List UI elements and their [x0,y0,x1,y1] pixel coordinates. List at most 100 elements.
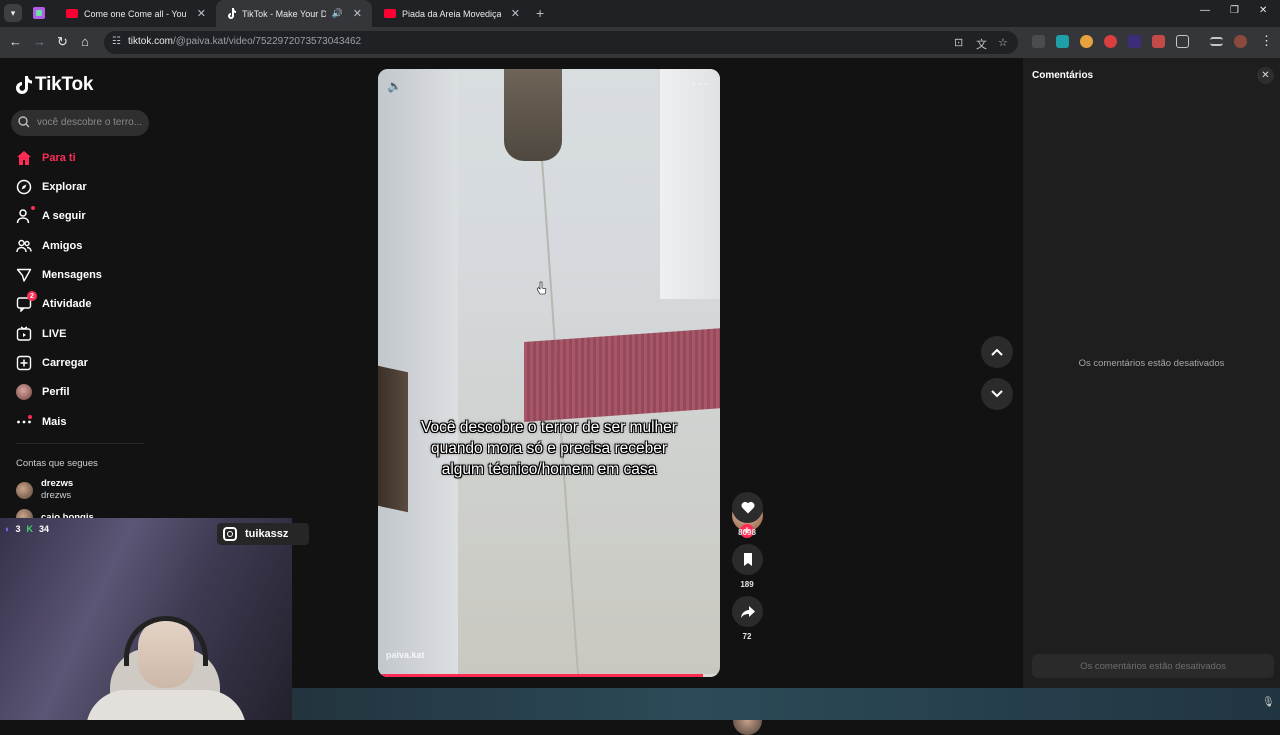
share-arrow-icon [740,605,755,618]
avatar [16,481,33,499]
video-progress-fill [378,674,703,677]
sidebar-item-label: Mais [42,416,67,428]
compass-icon [16,179,32,195]
url-path: /@paiva.kat/video/7522972073573043462 [173,36,362,47]
restore-button[interactable]: ❐ [1230,5,1239,16]
share-button[interactable] [732,596,763,627]
heart-icon [741,501,754,514]
tab-title: Piada da Areia Movediça! - You [402,8,501,19]
sidebar-item-mais[interactable]: Mais [16,411,146,433]
tab-close-icon[interactable]: ✕ [511,7,520,20]
extension-icon[interactable] [1056,35,1069,48]
profile-avatar[interactable] [1234,35,1247,48]
close-icon: ✕ [1261,70,1270,81]
account-handle: drezws [41,490,72,501]
minimize-button[interactable]: — [1200,5,1210,16]
mute-icon[interactable]: 🔈 [387,79,402,93]
stat-value: 34 [38,524,49,534]
instagram-icon [223,527,237,541]
tiktok-logo[interactable]: TikTok [16,74,93,96]
tiktok-note-icon [16,76,32,94]
sidebar-item-atividade[interactable]: 2 Atividade [16,291,146,315]
browser-toolbar: ← → ↻ ⌂ ☷ tiktok.com/@paiva.kat/video/75… [0,27,1280,58]
video-player[interactable]: 🔈 ··· Você descobre o terror de ser mulh… [378,69,720,677]
install-icon[interactable]: ⊡ [954,36,963,49]
address-bar[interactable]: ☷ tiktok.com/@paiva.kat/video/7522972073… [104,31,1018,54]
window-close-button[interactable]: ✕ [1259,5,1267,16]
sidebar-item-label: Mensagens [42,269,102,281]
headphones-icon [124,616,208,666]
video-frame-door [378,365,408,513]
sidebar-item-explorar[interactable]: Explorar [16,176,146,198]
sidebar-item-amigos[interactable]: Amigos [16,235,146,257]
new-tab-button[interactable]: + [536,5,544,21]
tab-tiktok[interactable]: TikTok - Make Your Day 🔊 ✕ [216,0,372,27]
activity-icon: 2 [16,291,37,312]
comments-title: Comentários [1032,70,1094,81]
tab-title: Come one Come all - YouTube [84,8,187,19]
forward-button[interactable]: → [33,34,46,49]
browser-menu-icon[interactable]: ⋮ [1260,33,1273,49]
home-button[interactable]: ⌂ [81,34,89,49]
back-button[interactable]: ← [9,34,22,49]
tab-group-icon[interactable] [32,6,46,20]
viewer-icon: ◖ [4,524,10,534]
close-comments-button[interactable]: ✕ [1257,67,1274,84]
microphone-icon[interactable]: 🎙 [1262,697,1275,708]
video-progress-bar[interactable] [378,674,720,677]
translate-icon[interactable]: 文 [976,36,987,52]
sidebar-item-live[interactable]: LIVE [16,323,146,345]
sidebar-item-label: Atividade [42,298,92,310]
save-count: 189 [740,580,754,589]
extension-icon[interactable] [1032,35,1045,48]
sidebar-item-a-seguir[interactable]: A seguir [16,205,146,227]
sidebar-item-carregar[interactable]: Carregar [16,352,146,374]
extension-icon[interactable] [1080,35,1093,48]
extension-icon[interactable] [1104,35,1117,48]
youtube-favicon-icon [66,9,78,18]
video-frame-wall [660,69,720,299]
extensions-puzzle-icon[interactable] [1176,35,1189,48]
tab-youtube-come-one[interactable]: Come one Come all - YouTube ✕ [56,0,216,27]
messages-icon [16,267,32,283]
like-count: 8698 [738,528,756,537]
extension-icon[interactable] [1152,35,1165,48]
reload-button[interactable]: ↻ [57,34,68,50]
tab-title: TikTok - Make Your Day [242,8,326,19]
sidebar-item-perfil[interactable]: Perfil [16,381,146,403]
tab-search-button[interactable]: ▾ [4,4,22,22]
extension-icon[interactable] [1128,35,1141,48]
video-frame-person [504,69,562,161]
tab-close-icon[interactable]: ✕ [353,7,362,20]
speaker-icon[interactable]: 🔊 [332,8,343,19]
like-button[interactable] [732,492,763,523]
sidebar-item-para-ti[interactable]: Para ti [16,147,146,169]
video-author-watermark: paiva.kat [386,650,425,660]
save-button[interactable] [732,544,763,575]
previous-video-button[interactable] [981,336,1013,368]
sidebar-item-label: Explorar [42,181,87,193]
more-icon [16,414,32,430]
tiktok-favicon-icon [228,8,236,19]
following-account[interactable]: drezws drezws [16,478,73,502]
bookmark-star-icon[interactable]: ☆ [998,36,1008,49]
media-controls-icon[interactable] [1210,37,1223,46]
sidebar-item-mensagens[interactable]: Mensagens [16,264,146,286]
url-domain: tiktok.com [128,36,174,47]
friends-icon [16,238,32,254]
bookmark-icon [743,553,752,566]
upload-icon [16,355,32,371]
mouse-cursor-icon [537,281,547,295]
webcam-overlay: ◖ 3 K 34 [0,518,292,720]
browser-tab-strip: ▾ Come one Come all - YouTube ✕ TikTok -… [0,0,1280,27]
sidebar-item-label: Amigos [42,240,83,252]
more-options-icon[interactable]: ··· [692,75,709,91]
comment-input: Os comentários estão desativados [1032,654,1274,678]
search-input[interactable]: você descobre o terro... [11,110,149,136]
taskbar-strip: 🎙 [292,688,1280,720]
stream-stats: ◖ 3 K 34 [4,524,49,534]
site-info-icon[interactable]: ☷ [112,36,121,47]
tab-youtube-piada[interactable]: Piada da Areia Movediça! - You ✕ [374,0,530,27]
tab-close-icon[interactable]: ✕ [197,7,206,20]
next-video-button[interactable] [981,378,1013,410]
